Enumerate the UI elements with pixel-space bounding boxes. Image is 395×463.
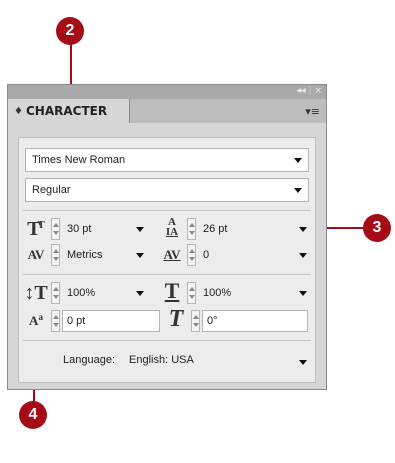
- horizontal-scale-stepper[interactable]: [187, 282, 196, 304]
- close-icon[interactable]: ×: [314, 86, 322, 96]
- vertical-scale-icon: ↕T: [24, 281, 48, 304]
- callout-4: 4: [19, 401, 47, 429]
- leading-icon: A IA: [165, 216, 179, 238]
- callout-3: 3: [363, 214, 391, 242]
- language-value[interactable]: English: USA: [129, 354, 194, 366]
- font-family-value: Times New Roman: [32, 154, 126, 166]
- leading-stepper[interactable]: [187, 218, 196, 240]
- panel-content: Times New Roman Regular TT 30 pt A IA 26 …: [18, 137, 316, 383]
- panel-titlebar: ◂◂ | ×: [8, 85, 326, 100]
- vertical-scale-stepper[interactable]: [51, 282, 60, 304]
- tracking-icon: AV: [163, 247, 181, 262]
- baseline-shift-stepper[interactable]: [51, 310, 60, 332]
- skew-field[interactable]: 0°: [202, 310, 308, 332]
- font-size-field[interactable]: 30 pt: [63, 218, 123, 240]
- callout-2: 2: [56, 17, 84, 45]
- character-panel: ◂◂ | × ♦ CHARACTER ▾≡ Times New Roman Re…: [7, 84, 327, 390]
- language-label: Language:: [63, 354, 115, 366]
- chevron-down-icon[interactable]: [136, 227, 144, 232]
- divider: [23, 274, 311, 275]
- expand-arrows-icon: ♦: [14, 105, 23, 117]
- font-size-icon: TT: [27, 217, 45, 240]
- kerning-field[interactable]: Metrics: [63, 244, 123, 266]
- font-size-stepper[interactable]: [51, 218, 60, 240]
- collapse-icon[interactable]: ◂◂: [297, 86, 306, 96]
- tracking-stepper[interactable]: [187, 244, 196, 266]
- tracking-field[interactable]: 0: [199, 244, 269, 266]
- kerning-stepper[interactable]: [51, 244, 60, 266]
- tab-character[interactable]: ♦ CHARACTER: [8, 99, 130, 123]
- horizontal-scale-icon: T: [164, 278, 180, 303]
- panel-menu-icon[interactable]: ▾≡: [305, 105, 320, 118]
- chevron-down-icon[interactable]: [299, 227, 307, 232]
- divider: [23, 340, 311, 341]
- chevron-down-icon[interactable]: [136, 253, 144, 258]
- chevron-down-icon: [294, 188, 302, 193]
- leading-field[interactable]: 26 pt: [199, 218, 269, 240]
- font-family-dropdown[interactable]: Times New Roman: [25, 148, 309, 172]
- skew-stepper[interactable]: [191, 310, 200, 332]
- vertical-scale-field[interactable]: 100%: [63, 282, 123, 304]
- font-style-dropdown[interactable]: Regular: [25, 178, 309, 202]
- horizontal-scale-field[interactable]: 100%: [199, 282, 269, 304]
- baseline-shift-field[interactable]: 0 pt: [62, 310, 160, 332]
- divider: [23, 210, 311, 211]
- chevron-down-icon[interactable]: [299, 291, 307, 296]
- chevron-down-icon[interactable]: [136, 291, 144, 296]
- font-style-value: Regular: [32, 184, 71, 196]
- chevron-down-icon[interactable]: [299, 253, 307, 258]
- tab-character-label: CHARACTER: [25, 104, 108, 118]
- chevron-down-icon[interactable]: [299, 360, 307, 365]
- panel-tabstrip: ♦ CHARACTER ▾≡: [8, 99, 326, 123]
- chevron-down-icon: [294, 158, 302, 163]
- skew-icon: T: [168, 305, 184, 332]
- baseline-shift-icon: Aa: [29, 312, 43, 328]
- kerning-icon: AV: [27, 247, 45, 262]
